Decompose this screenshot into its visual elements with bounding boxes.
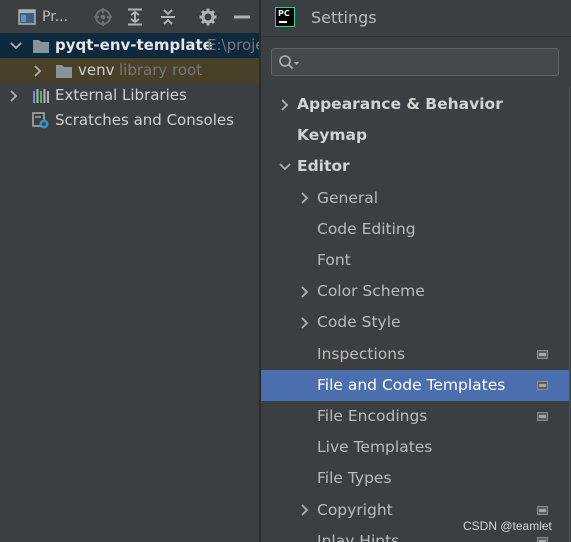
- scratches-icon: [32, 112, 50, 129]
- settings-item-label: Color Scheme: [317, 282, 425, 301]
- settings-item-label: File Encodings: [317, 407, 428, 425]
- settings-item-label: File Types: [317, 469, 392, 488]
- settings-item-editor[interactable]: Editor: [261, 151, 569, 182]
- chevron-right-icon[interactable]: [278, 89, 292, 120]
- venv-label: venv: [78, 61, 115, 79]
- project-toolbar: Pr...: [0, 0, 260, 33]
- project-tool-window: Pr... pyqt-env-template E:\proje venv li…: [0, 0, 260, 542]
- project-panel-title[interactable]: Pr...: [42, 7, 68, 27]
- settings-item-file-types[interactable]: File Types: [261, 463, 569, 494]
- settings-title: Settings: [311, 8, 377, 27]
- project-path: E:\proje: [207, 36, 260, 54]
- settings-item-label: Code Editing: [317, 219, 416, 238]
- search-icon: [278, 54, 302, 70]
- hide-icon[interactable]: [232, 7, 252, 27]
- settings-item-label: Font: [317, 251, 351, 269]
- chevron-right-icon[interactable]: [298, 183, 312, 214]
- project-scope-icon: [537, 349, 548, 359]
- settings-item-label: Keymap: [297, 126, 368, 145]
- project-scope-icon: [537, 505, 548, 515]
- settings-item-label: Code Style: [317, 313, 401, 332]
- scratches-label: Scratches and Consoles: [55, 111, 234, 129]
- settings-item-label: General: [317, 188, 379, 207]
- settings-item-file-and-code-templates[interactable]: File and Code Templates: [261, 369, 569, 401]
- chevron-right-icon[interactable]: [298, 307, 312, 338]
- settings-item-file-encodings[interactable]: File Encodings: [261, 401, 569, 432]
- settings-item-live-templates[interactable]: Live Templates: [261, 432, 569, 463]
- settings-dialog: PC Settings Appearance & Behavior Keymap E…: [261, 0, 571, 542]
- pycharm-logo-icon: PC: [275, 7, 295, 27]
- chevron-down-icon[interactable]: [8, 33, 24, 58]
- external-libraries-label: External Libraries: [55, 86, 187, 104]
- project-scope-icon: [537, 536, 548, 542]
- collapse-all-icon[interactable]: [158, 7, 178, 27]
- tree-item-project-root[interactable]: pyqt-env-template E:\proje: [0, 33, 260, 58]
- chevron-right-icon[interactable]: [298, 495, 312, 526]
- settings-item-appearance-behavior[interactable]: Appearance & Behavior: [261, 89, 569, 120]
- settings-item-label: Copyright: [317, 500, 393, 519]
- settings-item-keymap[interactable]: Keymap: [261, 120, 569, 151]
- tree-item-venv[interactable]: venv library root: [0, 58, 260, 83]
- chevron-right-icon[interactable]: [6, 83, 22, 108]
- settings-item-label: Inlay Hints: [317, 531, 400, 542]
- settings-item-general[interactable]: General: [261, 183, 569, 214]
- settings-item-color-scheme[interactable]: Color Scheme: [261, 276, 569, 307]
- expand-all-icon[interactable]: [125, 7, 145, 27]
- tree-item-scratches[interactable]: Scratches and Consoles: [0, 108, 260, 133]
- project-scope-icon: [537, 380, 548, 390]
- tree-item-external-libraries[interactable]: External Libraries: [0, 83, 260, 108]
- project-view-icon[interactable]: [17, 7, 37, 27]
- locate-icon[interactable]: [93, 7, 113, 27]
- settings-item-label: Editor: [297, 157, 350, 176]
- folder-icon: [32, 37, 50, 54]
- header-divider: [261, 36, 571, 37]
- chevron-down-icon[interactable]: [278, 151, 292, 182]
- settings-item-code-editing[interactable]: Code Editing: [261, 214, 569, 245]
- library-root-tag: library root: [119, 61, 203, 79]
- chevron-right-icon[interactable]: [298, 276, 312, 307]
- settings-item-inspections[interactable]: Inspections: [261, 339, 569, 370]
- settings-item-label: Inspections: [317, 344, 406, 363]
- chevron-right-icon[interactable]: [30, 58, 46, 83]
- settings-item-label: Appearance & Behavior: [297, 95, 503, 113]
- settings-item-font[interactable]: Font: [261, 245, 569, 276]
- gear-icon[interactable]: [198, 7, 218, 27]
- settings-search-input[interactable]: [271, 48, 559, 76]
- settings-item-label: Live Templates: [317, 438, 433, 457]
- settings-item-label: File and Code Templates: [317, 375, 506, 394]
- project-name: pyqt-env-template: [55, 36, 213, 54]
- watermark: CSDN @teamlet: [463, 519, 552, 533]
- folder-icon: [55, 62, 73, 79]
- logo-text: PC: [278, 9, 290, 18]
- project-scope-icon: [537, 412, 548, 421]
- settings-tree-divider: [569, 86, 570, 542]
- settings-item-code-style[interactable]: Code Style: [261, 307, 569, 338]
- library-icon: [32, 87, 50, 104]
- settings-tree: Appearance & Behavior Keymap Editor General…: [261, 86, 571, 542]
- settings-header: PC Settings: [261, 0, 571, 36]
